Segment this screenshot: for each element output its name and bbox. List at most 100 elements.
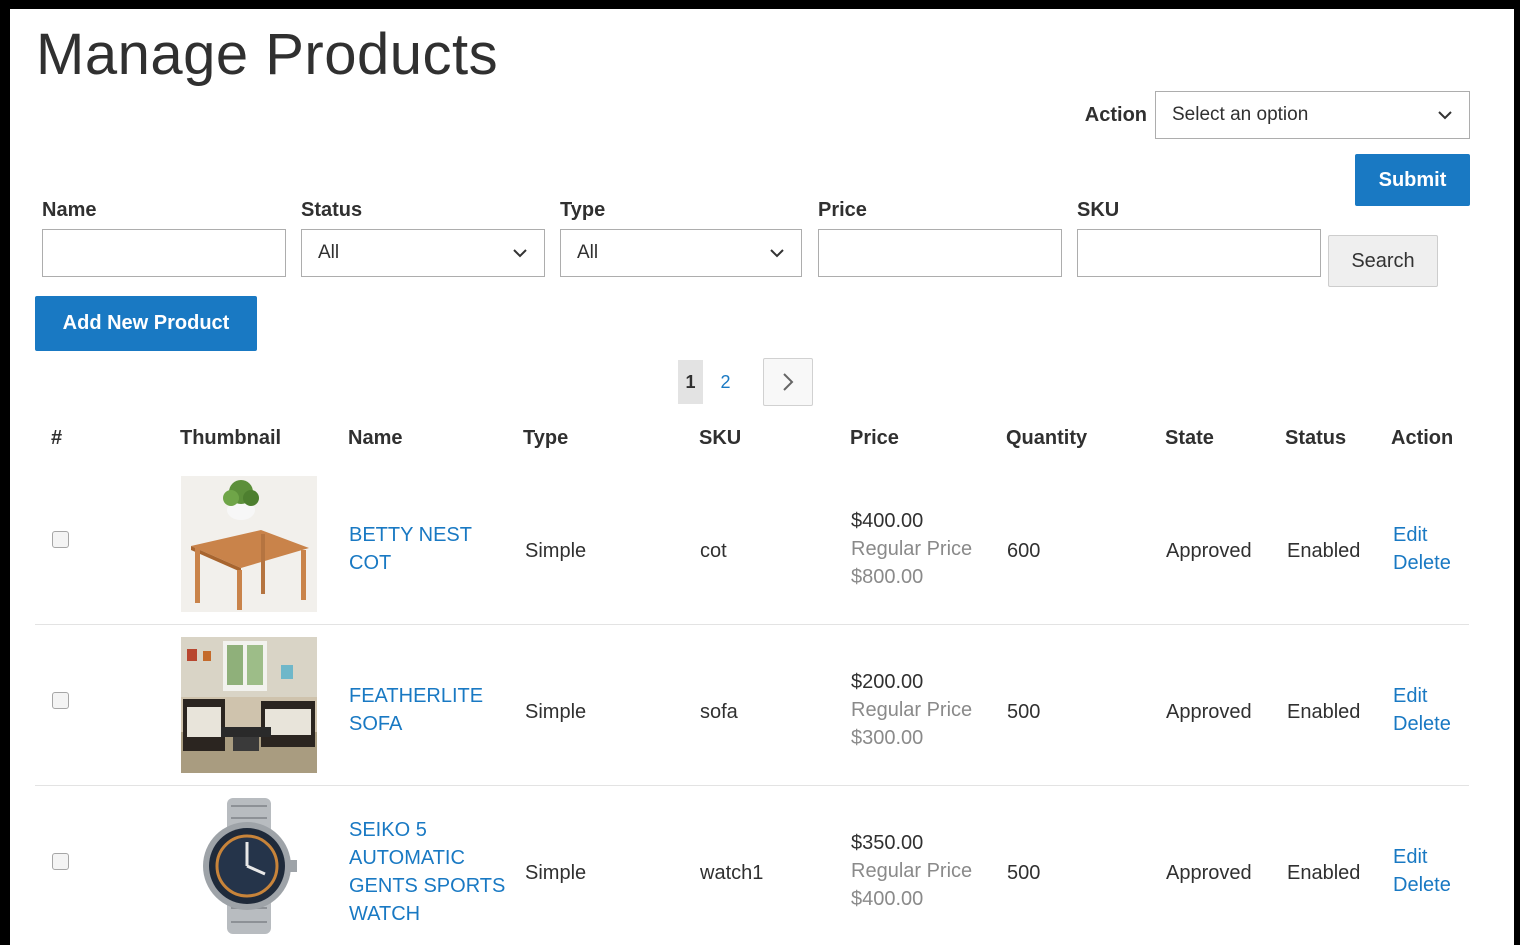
- regular-price-label: Regular Price: [851, 860, 973, 882]
- row-checkbox[interactable]: [52, 853, 69, 870]
- product-type: Simple: [525, 540, 587, 562]
- product-state: Approved: [1166, 540, 1252, 562]
- product-name-link[interactable]: SEIKO 5 AUTOMATIC GENTS SPORTS WATCH: [349, 816, 505, 928]
- product-state: Approved: [1166, 701, 1252, 723]
- regular-price: $800.00: [851, 566, 924, 588]
- chevron-right-icon: [783, 373, 794, 391]
- regular-price: $400.00: [851, 888, 924, 910]
- table-row: BETTY NEST COT Simple cot $400.00 Regula…: [35, 464, 1469, 625]
- special-price: $350.00: [851, 832, 924, 854]
- regular-price: $300.00: [851, 727, 924, 749]
- submit-button[interactable]: Submit: [1355, 154, 1470, 206]
- product-price: $350.00 Regular Price $400.00: [851, 829, 972, 913]
- col-header-number: #: [51, 427, 63, 449]
- delete-link[interactable]: Delete: [1393, 549, 1451, 577]
- product-type: Simple: [525, 862, 587, 884]
- delete-link[interactable]: Delete: [1393, 710, 1451, 738]
- product-thumbnail: [181, 637, 317, 773]
- product-status: Enabled: [1287, 701, 1361, 723]
- product-name-line: BETTY NEST: [349, 524, 472, 546]
- price-filter-label: Price: [818, 199, 867, 221]
- chevron-down-icon: [770, 249, 784, 258]
- product-name-link[interactable]: BETTY NEST COT: [349, 521, 472, 577]
- col-header-type: Type: [523, 427, 569, 449]
- next-page-button[interactable]: [763, 358, 813, 406]
- regular-price-label: Regular Price: [851, 699, 973, 721]
- search-button[interactable]: Search: [1328, 235, 1438, 287]
- chevron-down-icon: [513, 249, 527, 258]
- product-state: Approved: [1166, 862, 1252, 884]
- product-name-line: AUTOMATIC: [349, 847, 465, 869]
- type-filter-label: Type: [560, 199, 606, 221]
- status-filter-value: All: [318, 242, 340, 263]
- product-sku: sofa: [700, 701, 738, 723]
- col-header-price: Price: [850, 427, 899, 449]
- status-filter-select[interactable]: All: [301, 229, 545, 277]
- product-name-line: SEIKO 5: [349, 819, 427, 841]
- sku-filter-label: SKU: [1077, 199, 1120, 221]
- product-status: Enabled: [1287, 540, 1361, 562]
- product-name-line: WATCH: [349, 903, 421, 925]
- type-filter-select[interactable]: All: [560, 229, 802, 277]
- page-current: 1: [678, 360, 703, 404]
- col-header-sku: SKU: [699, 427, 742, 449]
- sku-filter: SKU: [1077, 199, 1321, 277]
- table-header: # Thumbnail Name Type SKU Price Quantity…: [35, 417, 1469, 463]
- row-actions: Edit Delete: [1393, 521, 1451, 577]
- product-quantity: 500: [1007, 862, 1041, 884]
- pagination: 1 2: [678, 358, 813, 406]
- product-type: Simple: [525, 701, 587, 723]
- add-new-product-button[interactable]: Add New Product: [35, 296, 257, 351]
- product-thumbnail: [181, 798, 317, 934]
- status-filter-label: Status: [301, 199, 363, 221]
- row-checkbox[interactable]: [52, 692, 69, 709]
- watch-thumbnail-icon: [181, 798, 317, 934]
- chevron-down-icon: [1438, 111, 1452, 120]
- product-thumbnail: [181, 476, 317, 612]
- regular-price-label: Regular Price: [851, 538, 973, 560]
- price-filter: Price: [818, 199, 1062, 277]
- special-price: $400.00: [851, 510, 924, 532]
- app-frame: Manage Products Action Select an option …: [0, 0, 1520, 945]
- product-name-link[interactable]: FEATHERLITE SOFA: [349, 682, 483, 738]
- product-quantity: 600: [1007, 540, 1041, 562]
- page-link-2[interactable]: 2: [713, 372, 738, 393]
- col-header-thumbnail: Thumbnail: [180, 427, 282, 449]
- product-status: Enabled: [1287, 862, 1361, 884]
- mass-action-label: Action: [1084, 103, 1147, 126]
- col-header-status: Status: [1285, 427, 1347, 449]
- sofa-thumbnail-icon: [181, 637, 317, 773]
- mass-action-row: Action Select an option: [1085, 91, 1470, 139]
- col-header-state: State: [1165, 427, 1214, 449]
- product-name-line: GENTS SPORTS: [349, 875, 506, 897]
- table-thumbnail-icon: [181, 476, 317, 612]
- product-quantity: 500: [1007, 701, 1041, 723]
- type-filter: Type All: [560, 199, 802, 277]
- name-filter: Name: [42, 199, 286, 277]
- product-sku: cot: [700, 540, 727, 562]
- edit-link[interactable]: Edit: [1393, 521, 1451, 549]
- row-checkbox[interactable]: [52, 531, 69, 548]
- product-name-line: COT: [349, 552, 392, 574]
- product-name-line: FEATHERLITE: [349, 685, 484, 707]
- product-name-line: SOFA: [349, 713, 403, 735]
- price-filter-input[interactable]: [818, 229, 1062, 277]
- status-filter: Status All: [301, 199, 545, 277]
- col-header-quantity: Quantity: [1006, 427, 1088, 449]
- product-sku: watch1: [700, 862, 764, 884]
- sku-filter-input[interactable]: [1077, 229, 1321, 277]
- row-actions: Edit Delete: [1393, 843, 1451, 899]
- edit-link[interactable]: Edit: [1393, 843, 1451, 871]
- delete-link[interactable]: Delete: [1393, 871, 1451, 899]
- edit-link[interactable]: Edit: [1393, 682, 1451, 710]
- mass-action-select[interactable]: Select an option: [1155, 91, 1470, 139]
- table-row: SEIKO 5 AUTOMATIC GENTS SPORTS WATCH Sim…: [35, 786, 1469, 945]
- type-filter-value: All: [577, 242, 599, 263]
- col-header-name: Name: [348, 427, 403, 449]
- special-price: $200.00: [851, 671, 924, 693]
- name-filter-input[interactable]: [42, 229, 286, 277]
- page-title: Manage Products: [36, 22, 499, 87]
- product-price: $400.00 Regular Price $800.00: [851, 507, 972, 591]
- row-actions: Edit Delete: [1393, 682, 1451, 738]
- mass-action-placeholder: Select an option: [1172, 104, 1309, 125]
